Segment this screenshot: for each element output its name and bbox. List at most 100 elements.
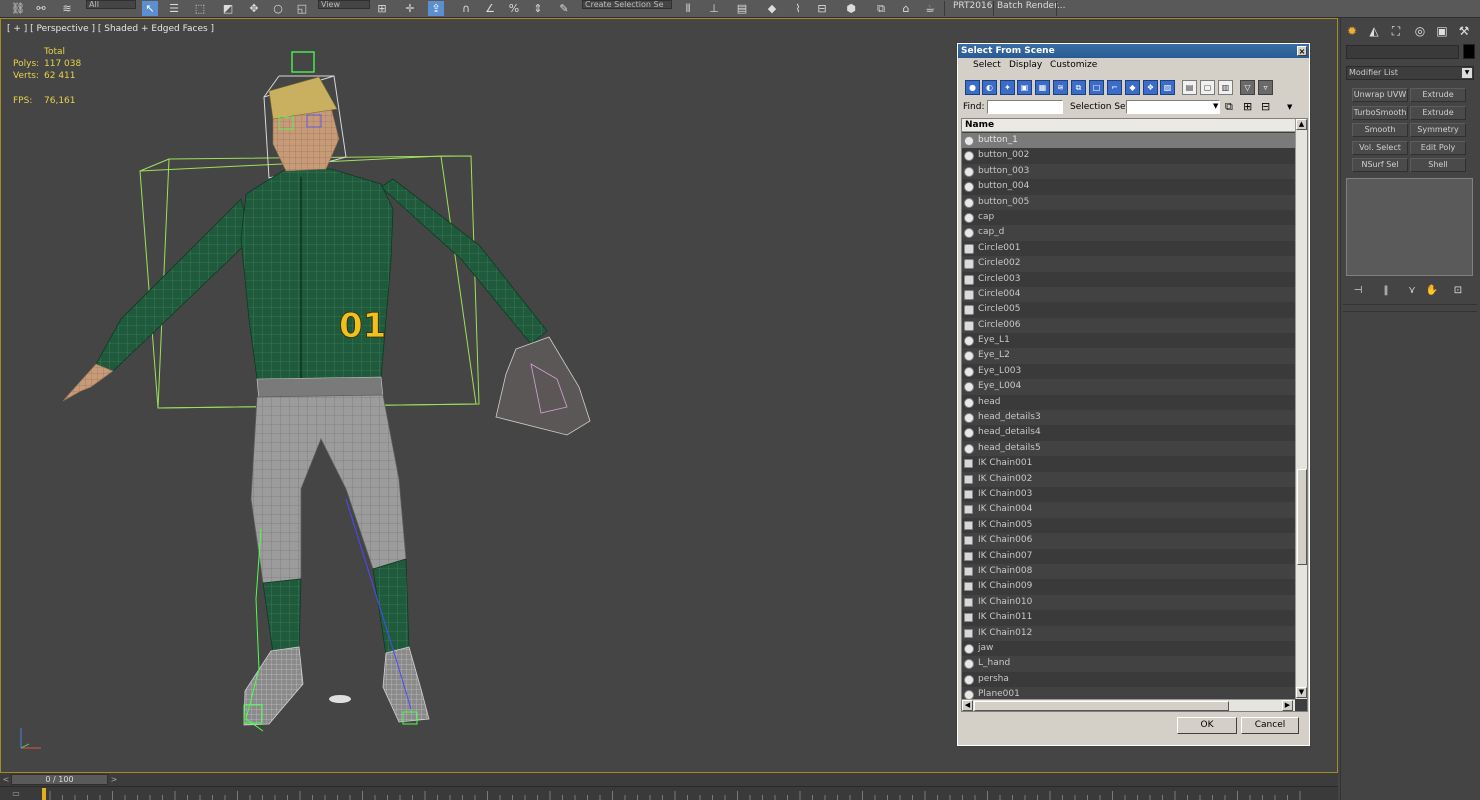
layer-manager-icon[interactable]: ▤ [734, 1, 750, 16]
edit-named-selection-icon[interactable]: ✎ [556, 1, 572, 16]
modifier-extrude-button[interactable]: Extrude [1410, 88, 1466, 102]
mirror-icon[interactable]: ⫴ [680, 1, 696, 16]
link-icon[interactable]: ⛓ [10, 1, 26, 16]
trackbar[interactable]: ▭ [0, 786, 1338, 800]
configure-modifier-sets-icon[interactable]: ⊡ [1451, 284, 1465, 297]
list-item[interactable]: Circle001 [962, 240, 1295, 257]
modifier-turbosmooth-button[interactable]: TurboSmooth [1352, 106, 1408, 120]
modifier-extrude-2-button[interactable]: Extrude [1410, 106, 1466, 120]
keyboard-shortcut-icon[interactable]: ⇪ [428, 1, 444, 16]
motion-tab-icon[interactable]: ◎ [1411, 22, 1429, 40]
list-item[interactable]: IK Chain011 [962, 610, 1295, 626]
list-item[interactable]: IK Chain001 [962, 456, 1295, 472]
selection-set-arrow-icon[interactable]: ▼ [1213, 102, 1218, 110]
angle-snap-icon[interactable]: ∠ [482, 1, 498, 16]
rotate-icon[interactable]: ○ [270, 1, 286, 16]
window-crossing-icon[interactable]: ◩ [220, 1, 236, 16]
list-item[interactable]: button_002 [962, 148, 1295, 164]
list-item[interactable]: Circle005 [962, 302, 1295, 318]
list-item[interactable]: head_details4 [962, 425, 1295, 441]
menu-customize[interactable]: Customize [1050, 60, 1097, 70]
display-containers-icon[interactable]: ◆ [1125, 80, 1140, 95]
object-name-input[interactable] [1346, 45, 1459, 59]
reference-coordinate-dropdown[interactable]: View [318, 0, 370, 9]
list-item[interactable]: IK Chain010 [962, 594, 1295, 611]
make-unique-icon[interactable]: ⋎ [1405, 284, 1419, 297]
display-hidden-icon[interactable]: ▨ [1160, 80, 1175, 95]
utilities-tab-icon[interactable]: ⚒ [1455, 22, 1473, 40]
modifier-list-dropdown[interactable]: Modifier List ▼ [1346, 66, 1474, 80]
show-end-result-icon[interactable]: ‖ [1379, 284, 1393, 297]
list-item[interactable]: cap_d [962, 225, 1295, 241]
list-item[interactable]: IK Chain012 [962, 625, 1295, 641]
display-helpers-icon[interactable]: ▦ [1035, 80, 1050, 95]
prt-toolbar-label[interactable]: PRT2016 [953, 0, 992, 16]
column-header-name[interactable]: Name [962, 119, 1295, 132]
unlink-icon[interactable]: ⚯ [33, 1, 49, 16]
list-item[interactable]: Circle003 [962, 271, 1295, 287]
selection-set-dropdown[interactable] [1126, 100, 1220, 114]
horizontal-scroll-thumb[interactable] [974, 701, 1229, 711]
display-lights-icon[interactable]: ✦ [1000, 80, 1015, 95]
modifier-vol-select-button[interactable]: Vol. Select [1352, 141, 1408, 155]
align-icon[interactable]: ⊥ [706, 1, 722, 16]
rect-selection-icon[interactable]: ⬚ [192, 1, 208, 16]
modifier-symmetry-button[interactable]: Symmetry [1410, 123, 1466, 137]
display-shapes-icon[interactable]: ◐ [982, 80, 997, 95]
remove-from-selection-set-icon[interactable]: ⊟ [1261, 100, 1270, 113]
render-production-icon[interactable]: ☕ [922, 1, 938, 16]
list-item[interactable]: button_005 [962, 194, 1295, 210]
list-item[interactable]: Eye_L1 [962, 333, 1295, 349]
add-to-selection-set-icon[interactable]: ⊞ [1243, 100, 1252, 113]
remove-modifier-icon[interactable]: ✋ [1425, 284, 1439, 297]
material-editor-icon[interactable]: ⬢ [843, 1, 859, 16]
list-item[interactable]: IK Chain002 [962, 471, 1295, 487]
curve-editor-icon[interactable]: ⌇ [790, 1, 806, 16]
list-item[interactable]: cap [962, 209, 1295, 226]
dialog-title-bar[interactable]: Select From Scene × [958, 44, 1309, 58]
list-item[interactable]: IK Chain005 [962, 517, 1295, 534]
list-item[interactable]: IK Chain004 [962, 502, 1295, 518]
move-icon[interactable]: ✥ [246, 1, 262, 16]
select-by-name-icon[interactable]: ☰ [166, 1, 182, 16]
display-all-icon[interactable]: ▤ [1182, 80, 1197, 95]
display-none-icon[interactable]: ▢ [1200, 80, 1215, 95]
select-manipulate-icon[interactable]: ✛ [402, 1, 418, 16]
menu-select[interactable]: Select [973, 60, 1001, 70]
display-bones-icon[interactable]: ⌐ [1107, 80, 1122, 95]
schematic-view-icon[interactable]: ⊟ [814, 1, 830, 16]
list-item[interactable]: Eye_L004 [962, 379, 1295, 395]
list-item[interactable]: jaw [962, 640, 1295, 657]
filter-options-icon[interactable]: ▿ [1258, 80, 1273, 95]
list-item[interactable]: Circle006 [962, 317, 1295, 334]
snap-toggle-icon[interactable]: ∩ [458, 1, 474, 16]
list-item[interactable]: IK Chain009 [962, 579, 1295, 595]
scroll-left-icon[interactable]: ◀ [962, 700, 973, 711]
curve-editor-mini-icon[interactable]: ▭ [9, 789, 23, 799]
horizontal-scrollbar[interactable]: ◀ ▶ [962, 699, 1295, 711]
object-color-swatch[interactable] [1463, 44, 1475, 59]
list-item[interactable]: Circle002 [962, 256, 1295, 272]
percent-snap-icon[interactable]: % [506, 1, 522, 16]
menu-display[interactable]: Display [1009, 60, 1042, 70]
list-item[interactable]: IK Chain007 [962, 548, 1295, 564]
time-slider[interactable]: 0 / 100 [11, 774, 108, 785]
list-item[interactable]: head [962, 394, 1295, 411]
display-tab-icon[interactable]: ▣ [1433, 22, 1451, 40]
vertical-scrollbar[interactable]: ▲ ▼ [1295, 119, 1307, 699]
list-item[interactable]: head_details5 [962, 440, 1295, 457]
display-invert-icon[interactable]: ▥ [1218, 80, 1233, 95]
render-setup-icon[interactable]: ⧉ [873, 1, 889, 16]
graphite-modeling-icon[interactable]: ◆ [764, 1, 780, 16]
scene-object-list[interactable]: Name button_1 button_002 button_003 button_… [961, 118, 1308, 712]
list-item[interactable]: Circle004 [962, 286, 1295, 303]
selection-filter-dropdown[interactable]: All [86, 0, 136, 9]
display-xrefs-icon[interactable]: □ [1089, 80, 1104, 95]
list-item[interactable]: head_details3 [962, 410, 1295, 426]
list-item[interactable]: L_hand [962, 656, 1295, 672]
list-item[interactable]: Eye_L2 [962, 348, 1295, 364]
ok-button[interactable]: OK [1177, 717, 1237, 734]
list-item[interactable]: button_1 [962, 133, 1295, 149]
display-cameras-icon[interactable]: ▣ [1017, 80, 1032, 95]
modifier-shell-button[interactable]: Shell [1410, 158, 1466, 172]
